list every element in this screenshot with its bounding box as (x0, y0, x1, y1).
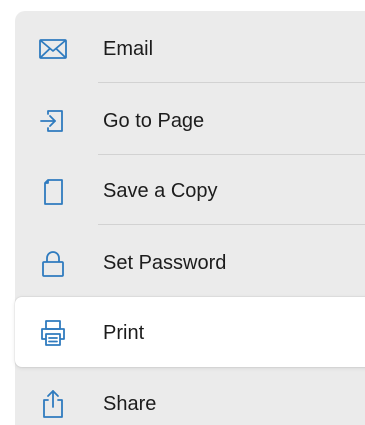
action-menu-screen: Email Go to Page Save a Copy Set Passwor… (0, 0, 365, 425)
menu-item-label: Print (103, 322, 145, 344)
menu-item-label: Go to Page (103, 110, 205, 132)
menu-divider (98, 82, 365, 83)
menu-item-share[interactable]: Share (15, 368, 365, 425)
menu-item-label: Set Password (103, 252, 227, 274)
menu-item-label: Save a Copy (103, 180, 218, 202)
printer-icon (37, 317, 69, 349)
menu-item-print[interactable]: Print (15, 297, 365, 367)
menu-item-go-to-page[interactable]: Go to Page (15, 85, 365, 155)
menu-item-label: Share (103, 393, 157, 415)
share-icon (37, 388, 69, 420)
menu-item-save-a-copy[interactable]: Save a Copy (15, 155, 365, 225)
menu-divider (98, 224, 365, 225)
document-copy-icon (37, 175, 69, 207)
envelope-icon (37, 33, 69, 65)
menu-item-label: Email (103, 38, 154, 60)
go-to-page-icon (37, 105, 69, 137)
menu-item-email[interactable]: Email (15, 13, 365, 83)
lock-icon (37, 247, 69, 279)
menu-item-set-password[interactable]: Set Password (15, 227, 365, 297)
